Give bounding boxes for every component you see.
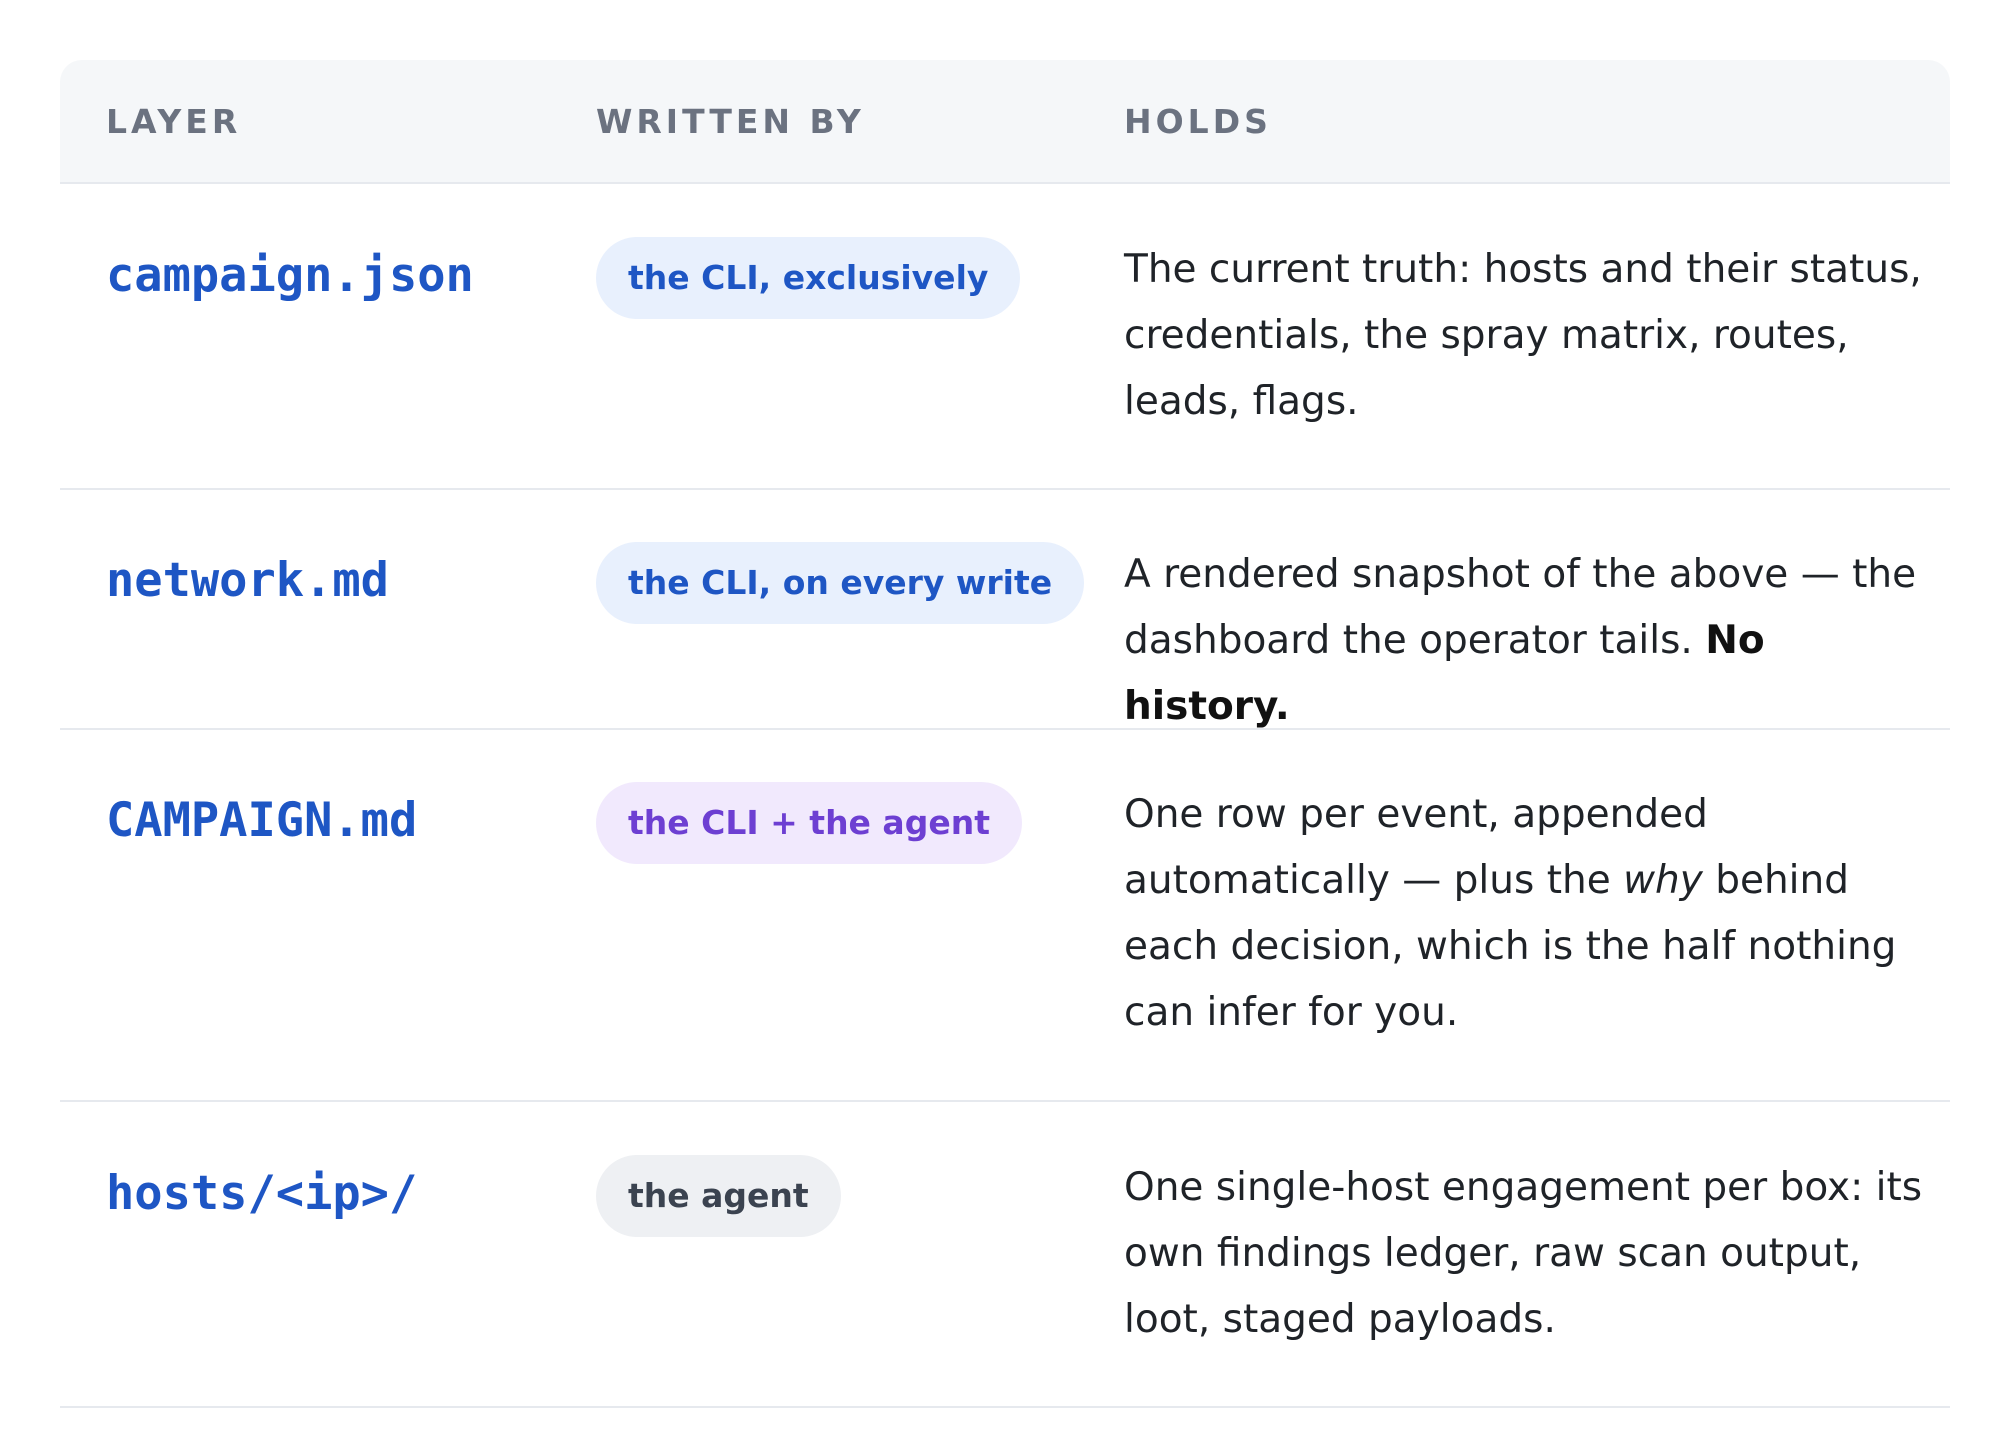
column-header-holds: HOLDS bbox=[1124, 102, 1272, 141]
holds-italic: why bbox=[1623, 858, 1703, 903]
column-header-written-by: WRITTEN BY bbox=[596, 102, 865, 141]
holds-text: One row per event, appended automaticall… bbox=[1124, 792, 1708, 903]
written-by-badge: the CLI + the agent bbox=[596, 782, 1022, 864]
table-row: network.md the CLI, on every write A ren… bbox=[60, 490, 1950, 730]
table-header: LAYER WRITTEN BY HOLDS bbox=[60, 60, 1950, 184]
holds-description: One single-host engagement per box: its … bbox=[1124, 1165, 1923, 1342]
layer-name: CAMPAIGN.md bbox=[106, 793, 418, 848]
holds-description: The current truth: hosts and their statu… bbox=[1124, 247, 1922, 424]
layers-table: LAYER WRITTEN BY HOLDS campaign.json the… bbox=[60, 60, 1950, 1408]
written-by-badge: the agent bbox=[596, 1155, 841, 1237]
table-row: CAMPAIGN.md the CLI + the agent One row … bbox=[60, 730, 1950, 1102]
holds-description: A rendered snapshot of the above — the d… bbox=[1124, 542, 1924, 740]
layer-name: network.md bbox=[106, 553, 389, 608]
holds-text: A rendered snapshot of the above — the d… bbox=[1124, 552, 1917, 663]
holds-description: One row per event, appended automaticall… bbox=[1124, 782, 1924, 1046]
layer-name: campaign.json bbox=[106, 248, 474, 303]
written-by-badge: the CLI, on every write bbox=[596, 542, 1085, 624]
column-header-layer: LAYER bbox=[106, 102, 242, 141]
layer-name: hosts/<ip>/ bbox=[106, 1166, 418, 1221]
table-row: hosts/<ip>/ the agent One single-host en… bbox=[60, 1102, 1950, 1408]
written-by-badge: the CLI, exclusively bbox=[596, 237, 1021, 319]
table-row: campaign.json the CLI, exclusively The c… bbox=[60, 184, 1950, 490]
